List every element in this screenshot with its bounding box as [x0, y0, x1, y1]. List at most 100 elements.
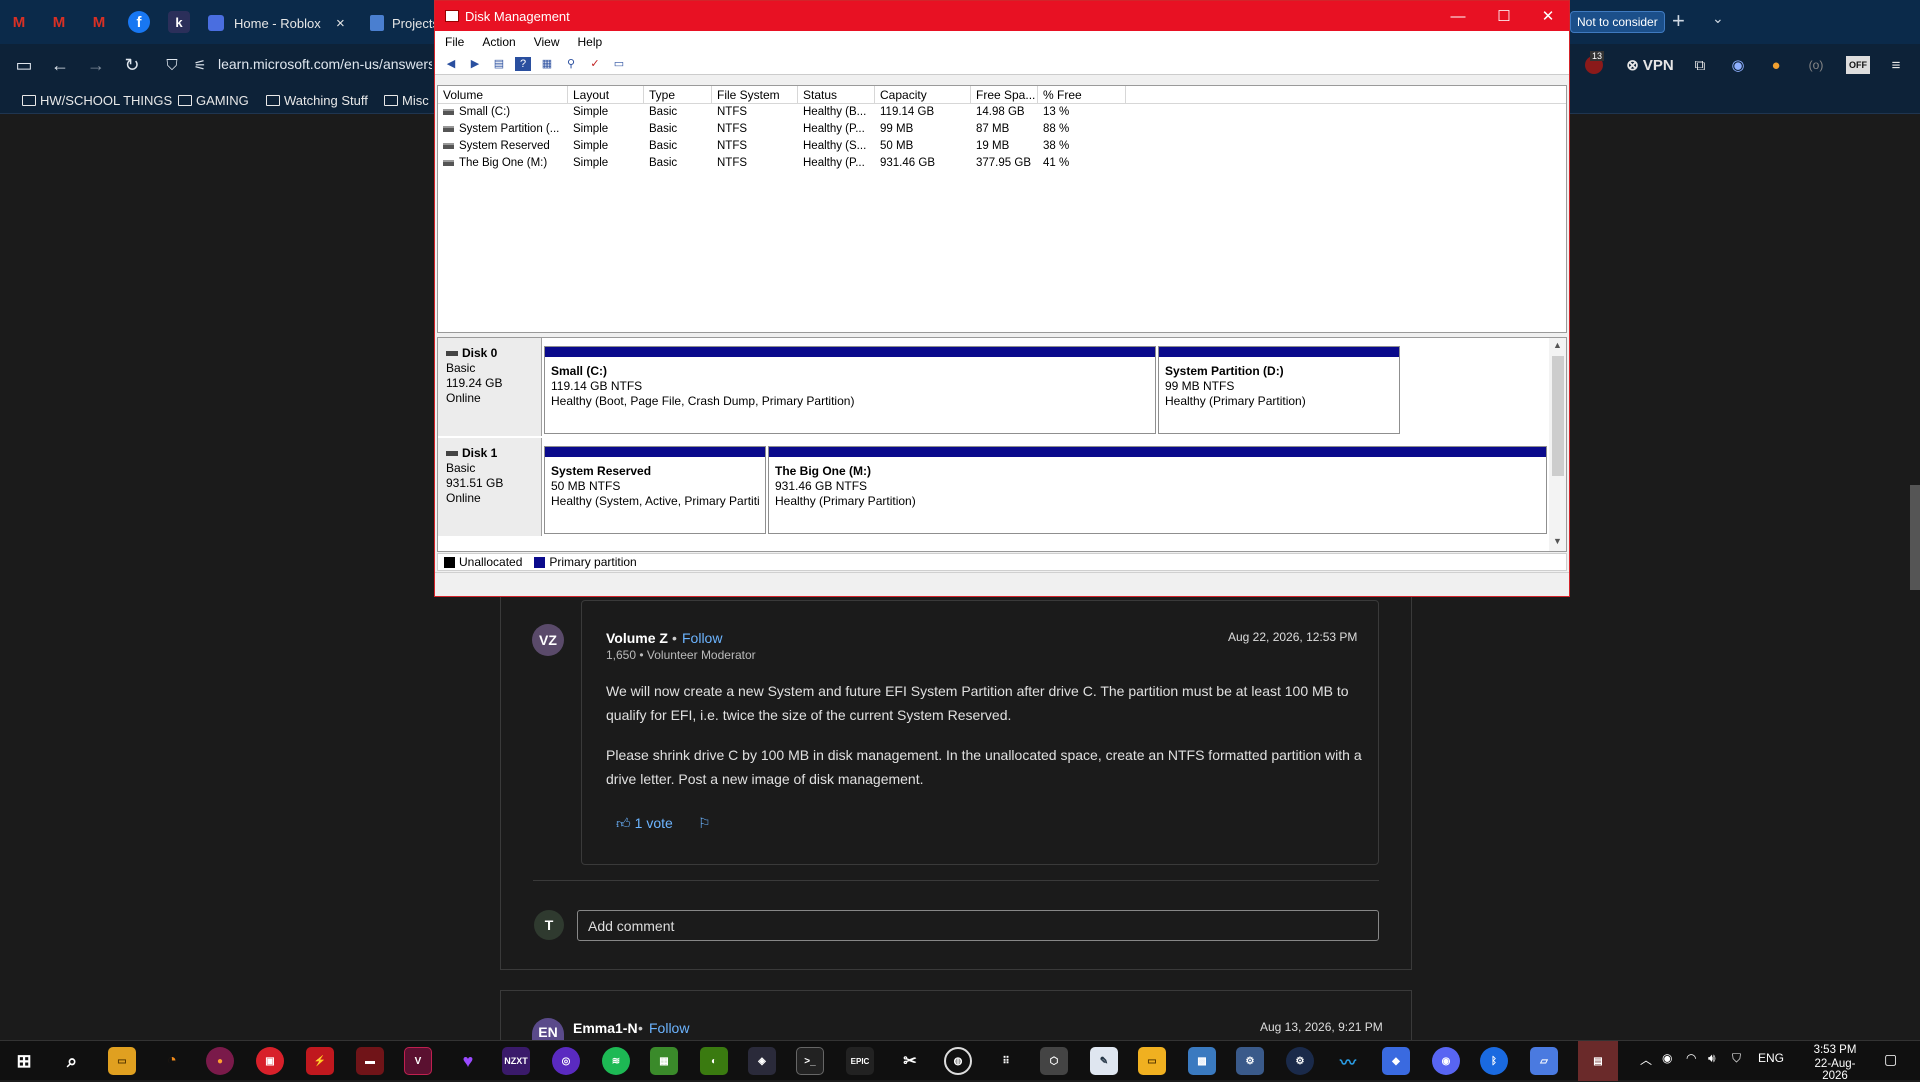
tab-list-chevron-icon[interactable]: ⌄	[1712, 10, 1724, 27]
column-free-space[interactable]: Free Spa...	[971, 86, 1038, 103]
column-volume[interactable]: Volume	[438, 86, 568, 103]
bridge-icon[interactable]: ▩	[1188, 1047, 1216, 1075]
partition-big-one-m[interactable]: The Big One (M:) 931.46 GB NTFS Healthy …	[768, 446, 1547, 534]
broadcast-icon[interactable]: (o)	[1804, 53, 1828, 77]
partition-system-reserved[interactable]: System Reserved 50 MB NTFS Healthy (Syst…	[544, 446, 766, 534]
menu-icon[interactable]: ≡	[1884, 53, 1908, 77]
partition-small-c[interactable]: Small (C:) 119.14 GB NTFS Healthy (Boot,…	[544, 346, 1156, 434]
extensions-icon[interactable]: ⧉	[1688, 53, 1712, 77]
steam-icon[interactable]: ⚙	[1286, 1047, 1314, 1075]
menu-view[interactable]: View	[534, 35, 560, 49]
epic-games-icon[interactable]: EPIC	[846, 1047, 874, 1075]
follow-link[interactable]: Follow	[682, 630, 722, 646]
bookmark-hw-school[interactable]: HW/SCHOOL THINGS	[22, 90, 172, 110]
forward-icon[interactable]: ▶	[467, 57, 483, 71]
menu-file[interactable]: File	[445, 35, 464, 49]
connect-icon[interactable]: ⚲	[563, 57, 579, 71]
settings-panel-icon[interactable]: ▭	[611, 57, 627, 71]
capcut-icon[interactable]: ✂	[896, 1047, 924, 1075]
post-author[interactable]: Volume Z	[606, 630, 668, 646]
disk-management-taskbar-icon[interactable]: ▤	[1578, 1041, 1618, 1081]
folder-icon[interactable]: ▭	[1138, 1047, 1166, 1075]
checklist-icon[interactable]: ✓	[587, 57, 603, 71]
obs-icon[interactable]: ◍	[944, 1047, 972, 1075]
table-row[interactable]: Small (C:) Simple Basic NTFS Healthy (B.…	[438, 104, 1566, 121]
column-percent-free[interactable]: % Free	[1038, 86, 1126, 103]
table-row[interactable]: System Partition (... Simple Basic NTFS …	[438, 121, 1566, 138]
notifications-icon[interactable]: ▢	[1884, 1051, 1897, 1068]
vpn-button[interactable]: ⊗ VPN	[1622, 53, 1678, 77]
properties-icon[interactable]: ▤	[491, 57, 507, 71]
follow-link[interactable]: Follow	[649, 1020, 689, 1036]
back-icon[interactable]: ◀	[443, 57, 459, 71]
close-icon[interactable]: ×	[336, 15, 345, 32]
heartbeat-icon[interactable]: 〰	[1334, 1047, 1362, 1075]
back-icon[interactable]: ←	[48, 53, 72, 77]
power-app-icon[interactable]: ⚡	[306, 1047, 334, 1075]
avatar[interactable]: VZ	[532, 624, 564, 656]
game-launcher-icon[interactable]: ▬	[356, 1047, 384, 1075]
search-icon[interactable]: ⌕	[58, 1047, 86, 1075]
tab-not-to-consider[interactable]: Not to consider	[1570, 11, 1665, 33]
vivaldi-icon[interactable]: V	[404, 1047, 432, 1075]
spotify-icon[interactable]: ≋	[602, 1047, 630, 1075]
close-button[interactable]: ✕	[1525, 1, 1571, 31]
disk-0-label[interactable]: Disk 0 Basic 119.24 GB Online	[438, 338, 542, 436]
column-file-system[interactable]: File System	[712, 86, 798, 103]
roblox-icon[interactable]: ◆	[1382, 1047, 1410, 1075]
column-type[interactable]: Type	[644, 86, 712, 103]
discord-icon[interactable]: ◉	[1432, 1047, 1460, 1075]
scroll-down-icon[interactable]: ▼	[1553, 536, 1562, 546]
clock[interactable]: 3:53 PM 22-Aug-2026	[1804, 1044, 1866, 1082]
python-icon[interactable]: ⚙	[1236, 1047, 1264, 1075]
record-icon[interactable]: ◉	[1662, 1051, 1672, 1065]
terminal-icon[interactable]: >_	[796, 1047, 824, 1075]
davinci-icon[interactable]: ◈	[748, 1047, 776, 1075]
tab-projects[interactable]: Projects	[370, 6, 440, 40]
security-icon[interactable]: ⛉	[1732, 1051, 1741, 1066]
bookmark-gaming[interactable]: GAMING	[178, 90, 249, 110]
table-row[interactable]: System Reserved Simple Basic NTFS Health…	[438, 138, 1566, 155]
url-bar[interactable]: learn.microsoft.com/en-us/answers	[218, 56, 432, 72]
upvote-button[interactable]: 👍︎ 1 vote	[616, 815, 673, 832]
minecraft-icon[interactable]: ▦	[650, 1047, 678, 1075]
honey-icon[interactable]: ●	[1764, 53, 1788, 77]
bookmark-watching[interactable]: Watching Stuff	[266, 90, 368, 110]
column-layout[interactable]: Layout	[568, 86, 644, 103]
tray-chevron-icon[interactable]: ︿	[1640, 1051, 1652, 1068]
tab-roblox[interactable]: Home - Roblox ×	[208, 6, 358, 40]
report-flag-icon[interactable]: ⚐	[698, 815, 711, 832]
blender-icon[interactable]: ◔	[158, 1047, 186, 1075]
menu-help[interactable]: Help	[578, 35, 603, 49]
column-status[interactable]: Status	[798, 86, 875, 103]
new-tab-button[interactable]: +	[1672, 8, 1685, 34]
add-comment-input[interactable]: Add comment	[577, 910, 1379, 941]
window-title-bar[interactable]: Disk Management — ☐ ✕	[435, 1, 1569, 31]
facebook-icon[interactable]: f	[128, 11, 150, 33]
k-app-icon[interactable]: k	[168, 11, 190, 33]
table-row[interactable]: The Big One (M:) Simple Basic NTFS Healt…	[438, 155, 1566, 172]
apps-grid-icon[interactable]: ⠿	[992, 1047, 1020, 1075]
nzxt-icon[interactable]: NZXT	[502, 1047, 530, 1075]
notepad-icon[interactable]: ✎	[1090, 1047, 1118, 1075]
partition-system-d[interactable]: System Partition (D:) 99 MB NTFS Healthy…	[1158, 346, 1400, 434]
disk-1-label[interactable]: Disk 1 Basic 931.51 GB Online	[438, 438, 542, 536]
page-scrollbar-thumb[interactable]	[1910, 485, 1920, 590]
files-icon[interactable]: ▱	[1530, 1047, 1558, 1075]
menu-action[interactable]: Action	[482, 35, 515, 49]
list-view-icon[interactable]: ▦	[539, 57, 555, 71]
unity-icon[interactable]: ⬡	[1040, 1047, 1068, 1075]
scrollbar-thumb[interactable]	[1552, 356, 1564, 476]
gmail-icon[interactable]: M	[8, 11, 30, 33]
volume-icon[interactable]: 🔊︎	[1708, 1051, 1716, 1066]
graphical-view-scrollbar[interactable]: ▲ ▼	[1549, 338, 1566, 551]
shield-icon[interactable]: ⛉	[160, 53, 184, 77]
maximize-button[interactable]: ☐	[1481, 1, 1527, 31]
post-author[interactable]: Emma1-N	[573, 1020, 638, 1036]
gmail-icon[interactable]: M	[48, 11, 70, 33]
minimize-button[interactable]: —	[1435, 1, 1481, 31]
nvidia-icon[interactable]: ◐	[700, 1047, 728, 1075]
bluetooth-icon[interactable]: ᛒ	[1480, 1047, 1508, 1075]
language-indicator[interactable]: ENG	[1758, 1051, 1784, 1065]
podcast-icon[interactable]: ◎	[552, 1047, 580, 1075]
